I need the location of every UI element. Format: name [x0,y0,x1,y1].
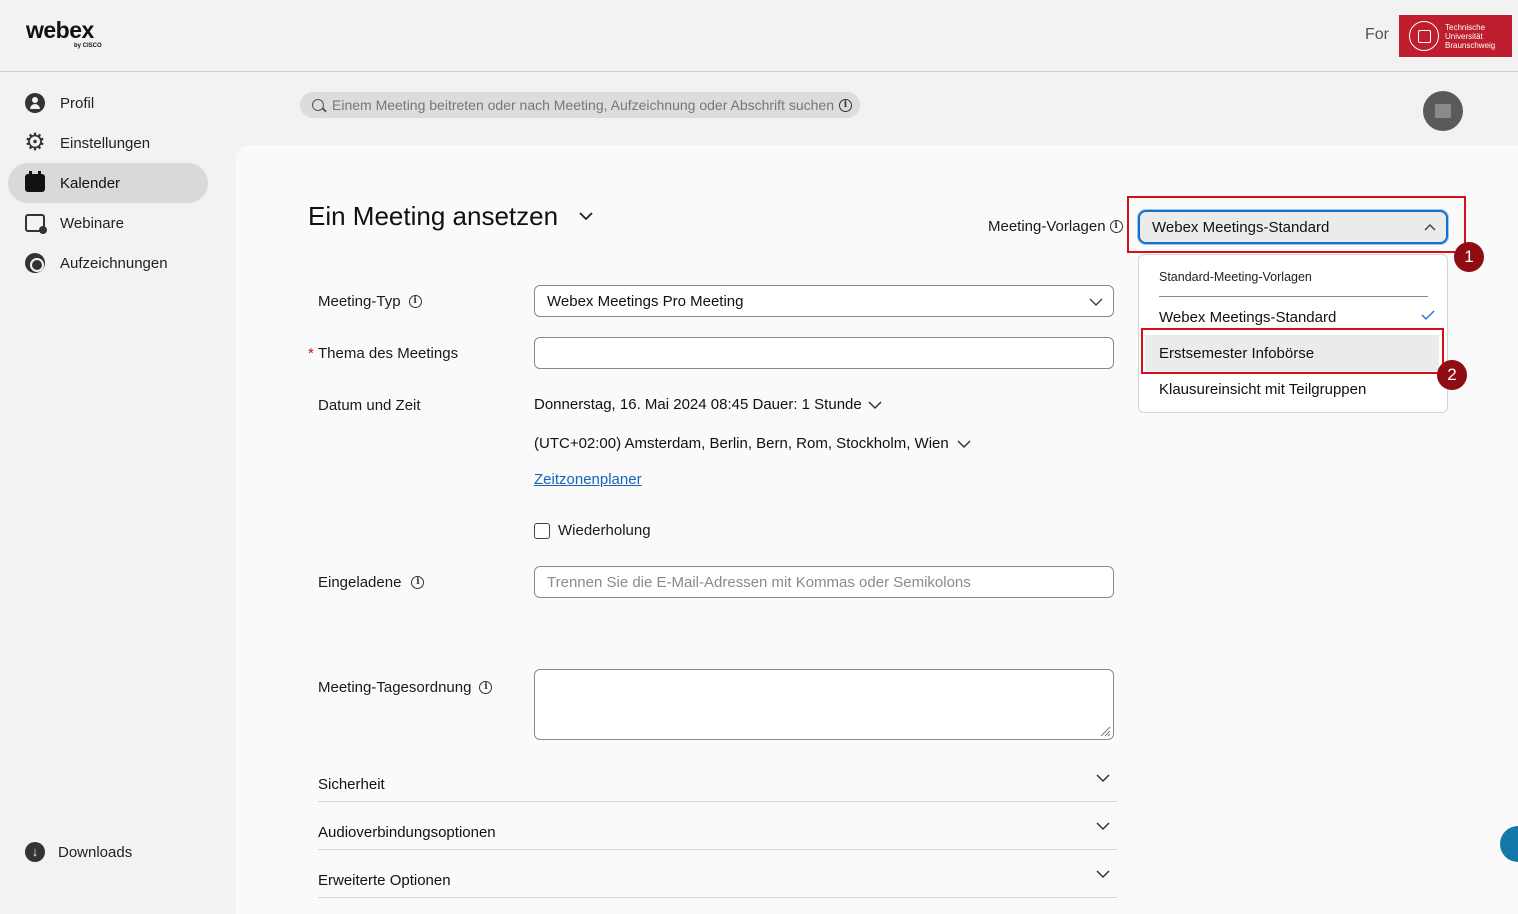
chevron-down-icon[interactable] [578,208,594,224]
chevron-down-icon [868,400,882,409]
search-bar: i [300,92,860,118]
download-icon: ↓ [25,842,45,862]
sidebar-item-downloads[interactable]: ↓ Downloads [8,832,208,872]
meeting-type-label: Meeting-Typ i [318,293,422,310]
gear-icon: ⚙ [24,129,46,156]
info-icon[interactable]: i [411,576,425,589]
templates-label: Meeting-Vorlagen i [988,218,1123,235]
search-input[interactable] [332,97,839,113]
agenda-label: Meeting-Tagesordnung i [318,679,493,696]
top-bar: webex by CISCO For Technische Universitä… [0,0,1518,72]
resize-handle-icon[interactable] [1099,725,1111,737]
search-icon [312,99,324,111]
logo-subtext: by CISCO [74,43,102,49]
sidebar-item-label: Profil [60,94,95,112]
timezone-selector[interactable]: (UTC+02:00) Amsterdam, Berlin, Bern, Rom… [534,435,971,452]
sidebar-item-label: Downloads [58,843,133,861]
sidebar-item-webinare[interactable]: Webinare [8,203,208,243]
section-label: Erweiterte Optionen [318,872,451,889]
for-label: For [1365,26,1389,43]
profile-icon [25,93,45,113]
recordings-icon [25,253,45,273]
topic-field-wrapper [534,337,1114,369]
invitees-field-wrapper [534,566,1114,598]
webinar-icon [25,214,47,234]
repeat-checkbox[interactable] [534,522,550,539]
webex-logo[interactable]: webex by CISCO [26,17,102,49]
agenda-textarea[interactable] [535,670,1113,739]
chevron-down-icon [1096,870,1110,879]
section-label: Sicherheit [318,776,385,793]
info-icon[interactable]: i [479,681,493,694]
checkmark-icon [1421,310,1435,320]
info-icon[interactable]: i [839,98,852,112]
invitees-input[interactable] [535,567,1113,597]
avatar[interactable] [1423,91,1463,131]
section-sicherheit[interactable]: Sicherheit [318,754,1117,802]
section-audioverbindungsoptionen[interactable]: Audioverbindungsoptionen [318,802,1117,850]
org-logo-text: Technische Universität Braunschweig [1445,22,1496,50]
topic-label: Thema des Meetings [318,345,459,362]
invitees-label: Eingeladene i [318,574,425,591]
date-duration-selector[interactable]: Donnerstag, 16. Mai 2024 08:45 Dauer: 1 … [534,396,882,413]
calendar-icon [25,171,45,192]
agenda-field-wrapper [534,669,1114,740]
chevron-down-icon [1089,298,1103,307]
step-badge-2: 2 [1437,360,1467,390]
section-label: Audioverbindungsoptionen [318,824,496,841]
organization-logo: Technische Universität Braunschweig [1399,15,1512,57]
divider [1159,296,1428,297]
highlight-box-1 [1127,196,1466,253]
repeat-option[interactable]: Wiederholung [534,522,651,539]
chevron-down-icon [1096,822,1110,831]
sidebar: Profil ⚙ Einstellungen Kalender Webinare… [0,73,236,914]
logo-text: webex [26,17,94,43]
sidebar-item-label: Kalender [60,174,121,192]
datetime-label: Datum und Zeit [318,397,421,414]
highlight-box-2 [1141,328,1444,374]
meeting-type-select[interactable]: Webex Meetings Pro Meeting [534,285,1114,317]
sidebar-item-kalender[interactable]: Kalender [8,163,208,203]
timezone-planner-link[interactable]: Zeitzonenplaner [534,471,642,488]
sidebar-item-einstellungen[interactable]: ⚙ Einstellungen [8,123,208,163]
chevron-down-icon [1096,774,1110,783]
page-title: Ein Meeting ansetzen [308,201,559,231]
info-icon[interactable]: i [408,295,422,308]
dropdown-group-label: Standard-Meeting-Vorlagen [1159,270,1312,284]
step-badge-1: 1 [1454,242,1484,272]
chevron-down-icon [957,439,971,448]
section-erweiterte-optionen[interactable]: Erweiterte Optionen [318,850,1117,898]
dropdown-option[interactable]: Klausureinsicht mit Teilgruppen [1145,371,1439,407]
sidebar-item-label: Webinare [60,214,124,232]
sidebar-item-label: Aufzeichnungen [60,254,168,272]
sidebar-item-profil[interactable]: Profil [8,83,208,123]
university-seal-icon [1409,21,1439,51]
required-marker: * [308,345,314,362]
sidebar-item-aufzeichnungen[interactable]: Aufzeichnungen [8,243,208,283]
topic-input[interactable] [535,338,1113,368]
sidebar-item-label: Einstellungen [60,134,151,152]
repeat-label: Wiederholung [558,522,651,539]
info-icon[interactable]: i [1109,220,1123,233]
